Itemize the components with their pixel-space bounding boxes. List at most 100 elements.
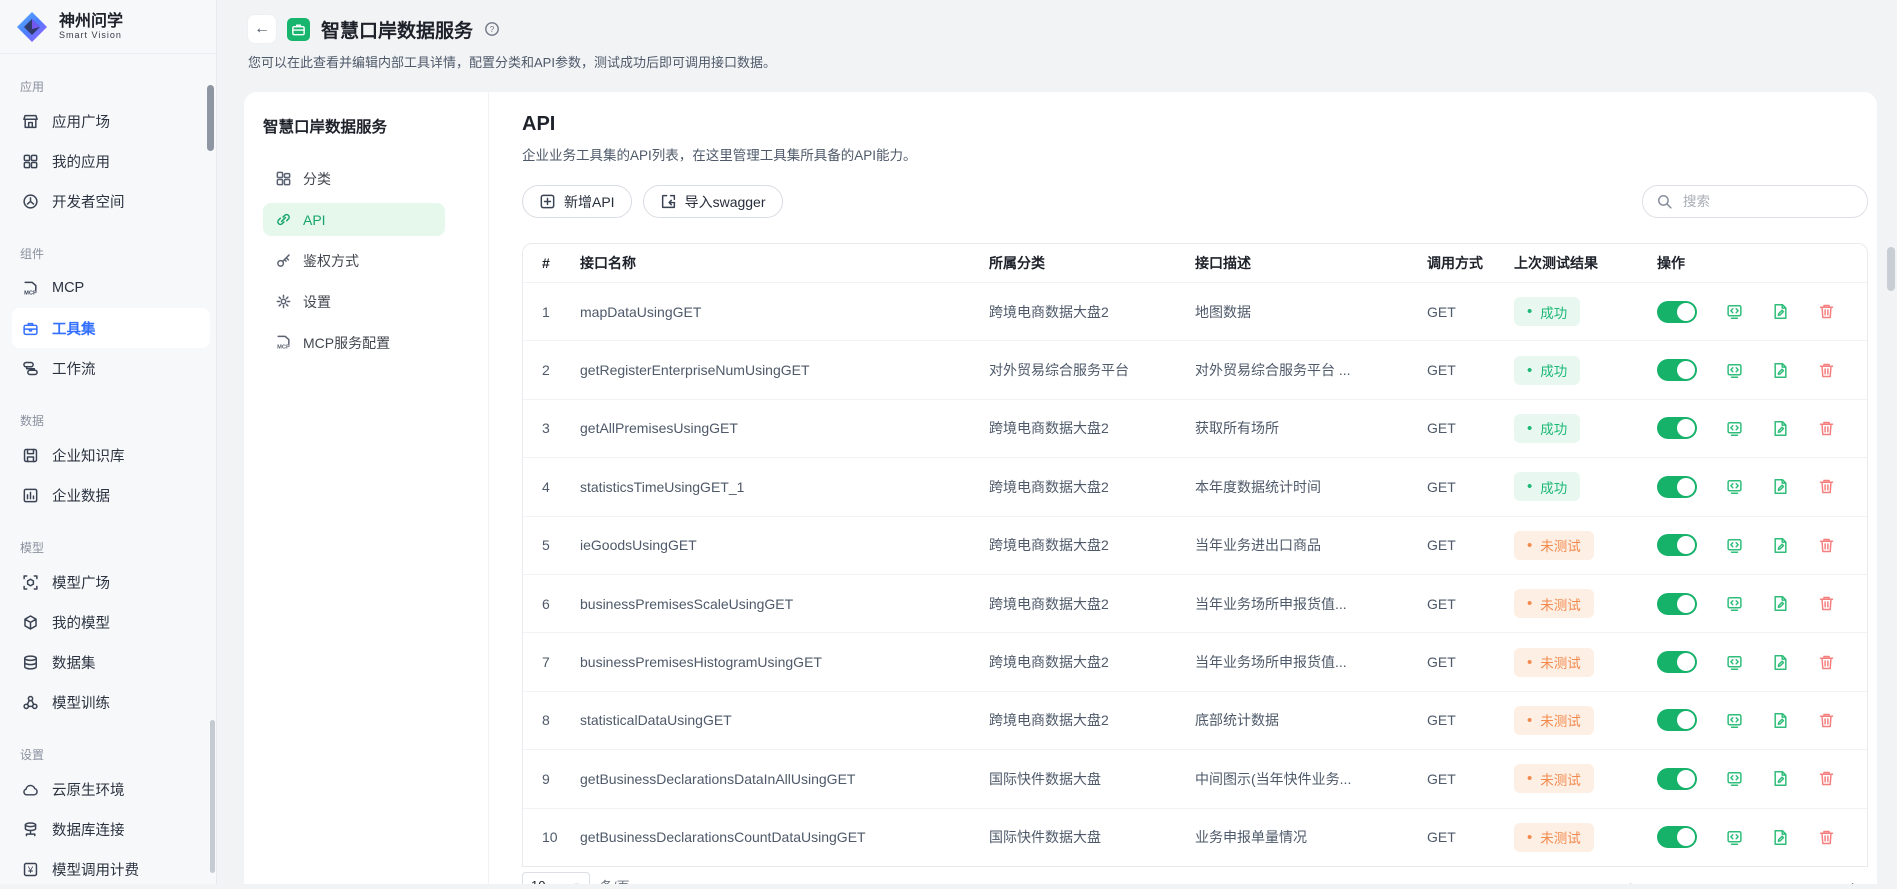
page-number[interactable]: [1676, 873, 1702, 884]
back-arrow-icon: ←: [254, 20, 270, 38]
search-box: [1642, 185, 1868, 218]
test-api-icon[interactable]: [1725, 770, 1743, 788]
test-api-icon[interactable]: [1725, 536, 1743, 554]
page-size-select[interactable]: 10 ▼: [522, 872, 590, 884]
enterprise-data-icon: [21, 486, 39, 504]
help-icon[interactable]: ?: [484, 21, 500, 37]
enable-toggle[interactable]: [1657, 359, 1697, 381]
sidebar-item[interactable]: ¥ 模型调用计费: [12, 849, 210, 889]
enable-toggle[interactable]: [1657, 301, 1697, 323]
sidebar-scrollbar-thumb-lower[interactable]: [210, 720, 215, 873]
enable-toggle[interactable]: [1657, 768, 1697, 790]
delete-icon[interactable]: [1817, 303, 1835, 321]
add-api-button[interactable]: 新增API: [522, 185, 632, 218]
toolset-title: 智慧口岸数据服务: [263, 115, 472, 137]
api-name: businessPremisesHistogramUsingGET: [580, 654, 989, 670]
edit-icon[interactable]: [1771, 828, 1789, 846]
sidebar-item[interactable]: 我的应用: [12, 141, 210, 181]
test-api-icon[interactable]: [1725, 303, 1743, 321]
sidebar-item[interactable]: 数据集: [12, 642, 210, 682]
prev-page-button[interactable]: ‹: [1627, 877, 1632, 884]
api-category: 跨境电商数据大盘2: [989, 652, 1195, 672]
test-api-icon[interactable]: [1725, 361, 1743, 379]
api-panel: API 企业业务工具集的API列表，在这里管理工具集所具备的API能力。 新增A…: [489, 92, 1877, 884]
enable-toggle[interactable]: [1657, 651, 1697, 673]
api-category: 跨境电商数据大盘2: [989, 418, 1195, 438]
delete-icon[interactable]: [1817, 653, 1835, 671]
edit-icon[interactable]: [1771, 653, 1789, 671]
import-swagger-button[interactable]: 导入swagger: [643, 185, 783, 218]
sidebar-item[interactable]: 模型广场: [12, 562, 210, 602]
next-page-button[interactable]: ›: [1851, 877, 1856, 884]
sidebar-item-label: MCP: [52, 280, 84, 296]
toolset-nav-item[interactable]: 鉴权方式: [263, 244, 445, 277]
sidebar-item[interactable]: 云原生环境: [12, 769, 210, 809]
page-number[interactable]: [1816, 873, 1842, 884]
page-title: 智慧口岸数据服务: [321, 16, 473, 43]
sidebar-item[interactable]: 工作流: [12, 348, 210, 388]
toolbox-icon: [21, 319, 39, 337]
sidebar-item[interactable]: 我的模型: [12, 602, 210, 642]
toolset-nav-item[interactable]: API: [263, 203, 445, 236]
window-scrollbar-thumb[interactable]: [1887, 247, 1895, 291]
main-sidebar: 神州问学 Smart Vision 应用 应用广场: [0, 0, 217, 884]
sidebar-scrollbar-thumb[interactable]: [207, 85, 214, 151]
delete-icon[interactable]: [1817, 595, 1835, 613]
sidebar-item[interactable]: 企业知识库: [12, 435, 210, 475]
sidebar-item[interactable]: 企业数据: [12, 475, 210, 515]
category-icon: [275, 170, 292, 187]
test-api-icon[interactable]: [1725, 653, 1743, 671]
page-number[interactable]: [1711, 873, 1737, 884]
edit-icon[interactable]: [1771, 770, 1789, 788]
status-badge: • 成功: [1514, 472, 1580, 501]
toolset-nav-item[interactable]: MCP MCP服务配置: [263, 326, 445, 359]
page-number[interactable]: [1746, 873, 1772, 884]
status-badge: • 未测试: [1514, 589, 1594, 618]
enable-toggle[interactable]: [1657, 476, 1697, 498]
brand-title: 神州问学: [59, 13, 123, 30]
test-api-icon[interactable]: [1725, 419, 1743, 437]
delete-icon[interactable]: [1817, 711, 1835, 729]
svg-text:¥: ¥: [26, 864, 33, 875]
delete-icon[interactable]: [1817, 828, 1835, 846]
edit-icon[interactable]: [1771, 303, 1789, 321]
search-input[interactable]: [1681, 193, 1854, 210]
sidebar-item-label: 我的模型: [52, 612, 110, 633]
edit-icon[interactable]: [1771, 711, 1789, 729]
edit-icon[interactable]: [1771, 595, 1789, 613]
sidebar-item[interactable]: 开发者空间: [12, 181, 210, 221]
svg-text:MCP: MCP: [277, 344, 290, 350]
sidebar-item[interactable]: 数据库连接: [12, 809, 210, 849]
edit-icon[interactable]: [1771, 478, 1789, 496]
edit-icon[interactable]: [1771, 536, 1789, 554]
test-api-icon[interactable]: [1725, 595, 1743, 613]
page-number[interactable]: [1781, 873, 1807, 884]
enable-toggle[interactable]: [1657, 709, 1697, 731]
delete-icon[interactable]: [1817, 361, 1835, 379]
page-number[interactable]: [1641, 873, 1667, 884]
sidebar-item[interactable]: 应用广场: [12, 101, 210, 141]
enable-toggle[interactable]: [1657, 417, 1697, 439]
enable-toggle[interactable]: [1657, 593, 1697, 615]
toolset-nav-item-label: MCP服务配置: [303, 333, 390, 353]
test-api-icon[interactable]: [1725, 711, 1743, 729]
test-api-icon[interactable]: [1725, 828, 1743, 846]
edit-icon[interactable]: [1771, 361, 1789, 379]
sidebar-item[interactable]: 模型训练: [12, 682, 210, 722]
edit-icon[interactable]: [1771, 419, 1789, 437]
delete-icon[interactable]: [1817, 478, 1835, 496]
status-badge: • 成功: [1514, 414, 1580, 443]
toolset-nav-item[interactable]: 设置: [263, 285, 445, 318]
delete-icon[interactable]: [1817, 770, 1835, 788]
delete-icon[interactable]: [1817, 419, 1835, 437]
sidebar-item[interactable]: MCP MCP: [12, 268, 210, 308]
row-index: 7: [542, 654, 580, 670]
enable-toggle[interactable]: [1657, 826, 1697, 848]
enable-toggle[interactable]: [1657, 534, 1697, 556]
delete-icon[interactable]: [1817, 536, 1835, 554]
back-button[interactable]: ←: [248, 15, 276, 43]
api-method: GET: [1427, 479, 1514, 495]
sidebar-item[interactable]: 工具集: [12, 308, 210, 348]
toolset-nav-item[interactable]: 分类: [263, 162, 445, 195]
test-api-icon[interactable]: [1725, 478, 1743, 496]
